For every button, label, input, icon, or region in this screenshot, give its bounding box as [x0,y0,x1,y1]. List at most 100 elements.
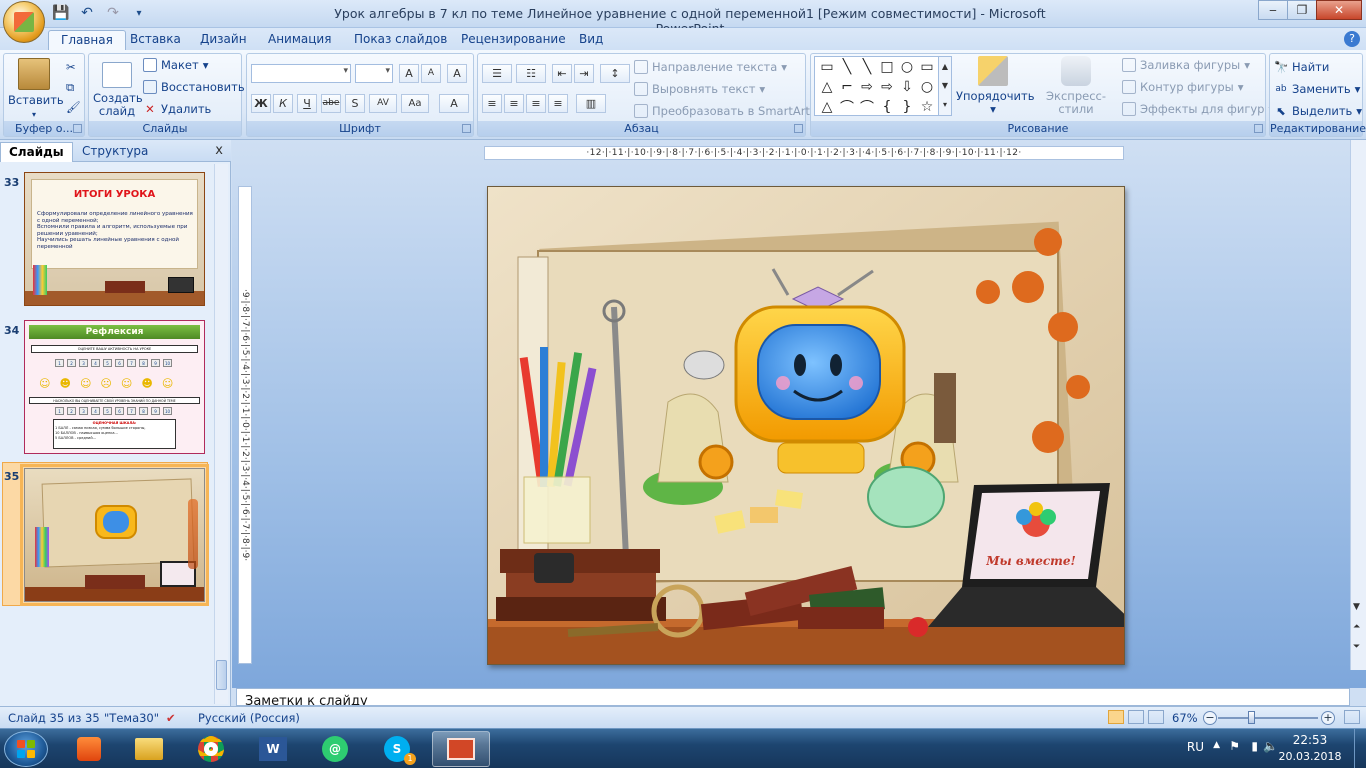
rectangle-shape-icon[interactable]: □ [877,57,897,77]
zoom-out-button[interactable]: − [1203,711,1217,725]
reset-button[interactable]: Восстановить [143,80,245,94]
freeform-shape-icon[interactable]: ○ [917,77,937,97]
drawing-dialog-launcher-icon[interactable] [1254,124,1263,133]
zoom-in-button[interactable]: + [1321,711,1335,725]
paragraph-dialog-launcher-icon[interactable] [794,124,803,133]
elbow-arrow-shape-icon[interactable]: ⇨ [857,77,877,97]
font-name-combo[interactable] [251,64,351,83]
spellcheck-icon[interactable]: ✔ [166,711,176,725]
slideshow-view-icon[interactable] [1148,710,1164,724]
text-direction-button[interactable]: Направление текста ▾ [634,60,787,74]
delete-slide-button[interactable]: ✕ Удалить [143,102,211,116]
network-icon[interactable]: ▮ [1251,739,1258,753]
notes-pane[interactable]: Заметки к слайду [236,688,1350,706]
align-text-button[interactable]: Выровнять текст ▾ [634,82,765,96]
grow-font-button[interactable]: A [399,64,419,83]
tab-slides[interactable]: Слайды [0,142,73,162]
shapes-gallery-scroll[interactable]: ▲ ▼ ▾ [938,56,952,116]
input-language[interactable]: RU [1187,740,1204,754]
slides-pane-scrollbar[interactable] [214,164,228,704]
close-button[interactable]: ✕ [1316,0,1362,20]
bold-button[interactable]: Ж [251,94,271,113]
curve-shape-icon[interactable]: ⌒ [857,97,877,117]
smartart-button[interactable]: Преобразовать в SmartArt ▾ [634,104,820,118]
help-icon[interactable]: ? [1344,31,1360,47]
arrow-line-shape-icon[interactable]: ╲ [857,57,877,77]
tab-slideshow[interactable]: Показ слайдов [342,30,459,50]
quick-styles-button[interactable]: Экспресс-стили [1032,54,1120,116]
decrease-indent-icon[interactable]: ⇤ [552,64,572,83]
slide-thumbnail-33[interactable]: ИТОГИ УРОКА Сформулировали определение л… [24,172,205,306]
zoom-level[interactable]: 67% [1172,711,1198,725]
next-slide-icon[interactable]: ⏷ [1353,642,1360,652]
find-button[interactable]: 🔭 Найти [1274,60,1329,74]
down-arrow-shape-icon[interactable]: ⇩ [897,77,917,97]
line-spacing-icon[interactable]: ↕ [600,64,630,83]
mail-agent-taskbar-icon[interactable]: @ [306,731,364,767]
font-dialog-launcher-icon[interactable] [462,124,471,133]
strikethrough-button[interactable]: abe [321,94,341,113]
shape-fill-button[interactable]: Заливка фигуры ▾ [1122,58,1250,72]
char-spacing-button[interactable]: AV [369,94,397,113]
customize-qat-icon[interactable]: ▾ [130,4,148,22]
triangle-shape-icon[interactable]: △ [817,77,837,97]
bullets-icon[interactable]: ☰ [482,64,512,83]
show-desktop-button[interactable] [1354,729,1366,768]
layout-button[interactable]: Макет ▾ [143,58,208,72]
increase-indent-icon[interactable]: ⇥ [574,64,594,83]
numbering-icon[interactable]: ☷ [516,64,546,83]
slide-thumbnail-35[interactable] [20,464,209,606]
clock-time[interactable]: 22:53 [1280,733,1340,747]
pane-close-icon[interactable]: x [215,143,223,158]
new-slide-button[interactable]: Создать слайд [93,58,143,118]
shape-effects-button[interactable]: Эффекты для фигур ▾ [1122,102,1274,116]
action-center-icon[interactable]: ⚑ [1229,739,1240,753]
shape-outline-button[interactable]: Контур фигуры ▾ [1122,80,1244,94]
current-slide[interactable]: Мы вместе! [487,186,1125,665]
clear-format-button[interactable]: A [447,64,467,83]
cut-icon[interactable]: ✂ [66,60,76,74]
font-color-button[interactable]: A [439,94,469,113]
copy-icon[interactable]: ⧉ [66,80,74,95]
scrollbar-thumb[interactable] [216,660,227,690]
star-shape-icon[interactable]: ☆ [917,97,937,117]
shrink-font-button[interactable]: A [421,64,441,83]
tab-view[interactable]: Вид [567,30,615,50]
explorer-taskbar-icon[interactable] [120,731,178,767]
normal-view-icon[interactable] [1108,710,1124,724]
prev-slide-icon[interactable]: ⏶ [1353,622,1360,632]
align-left-icon[interactable]: ≡ [482,94,502,113]
font-size-combo[interactable] [355,64,393,83]
powerpoint-taskbar-icon[interactable] [432,731,490,767]
change-case-button[interactable]: Aa [401,94,429,113]
chrome-taskbar-icon[interactable] [182,731,240,767]
zoom-slider-thumb[interactable] [1248,711,1255,724]
rounded-rect-shape-icon[interactable]: ▭ [917,57,937,77]
tab-outline[interactable]: Структура [74,142,156,162]
left-brace-shape-icon[interactable]: { [877,97,897,117]
undo-icon[interactable]: ↶ [78,4,96,22]
columns-icon[interactable]: ▥ [576,94,606,113]
scroll-down-icon[interactable]: ▼ [1353,602,1360,612]
slide-sorter-view-icon[interactable] [1128,710,1144,724]
tab-review[interactable]: Рецензирование [449,30,578,50]
language-indicator[interactable]: Русский (Россия) [198,711,300,725]
office-button[interactable] [3,1,45,43]
slide-thumbnail-34[interactable]: Рефлексия ОЦЕНИТЕ ВАШУ АКТИВНОСТЬ НА УРО… [24,320,205,454]
right-brace-shape-icon[interactable]: } [897,97,917,117]
tab-animation[interactable]: Анимация [256,30,343,50]
tab-insert[interactable]: Вставка [118,30,193,50]
replace-button[interactable]: ab Заменить ▾ [1274,82,1360,96]
tab-design[interactable]: Дизайн [188,30,259,50]
zoom-slider-track[interactable] [1218,717,1318,719]
show-hidden-icons[interactable]: ▲ [1213,740,1220,750]
skype-taskbar-icon[interactable]: S 1 [368,731,426,767]
right-arrow-shape-icon[interactable]: ⇨ [877,77,897,97]
textbox-shape-icon[interactable]: ▭ [817,57,837,77]
save-icon[interactable]: 💾 [52,4,70,22]
arrange-button[interactable]: Упорядочить ▾ [956,54,1035,116]
minimize-button[interactable]: ‒ [1258,0,1288,20]
oval-shape-icon[interactable]: ○ [897,57,917,77]
clock-date[interactable]: 20.03.2018 [1276,750,1344,763]
elbow-connector-shape-icon[interactable]: ⌐ [837,77,857,97]
